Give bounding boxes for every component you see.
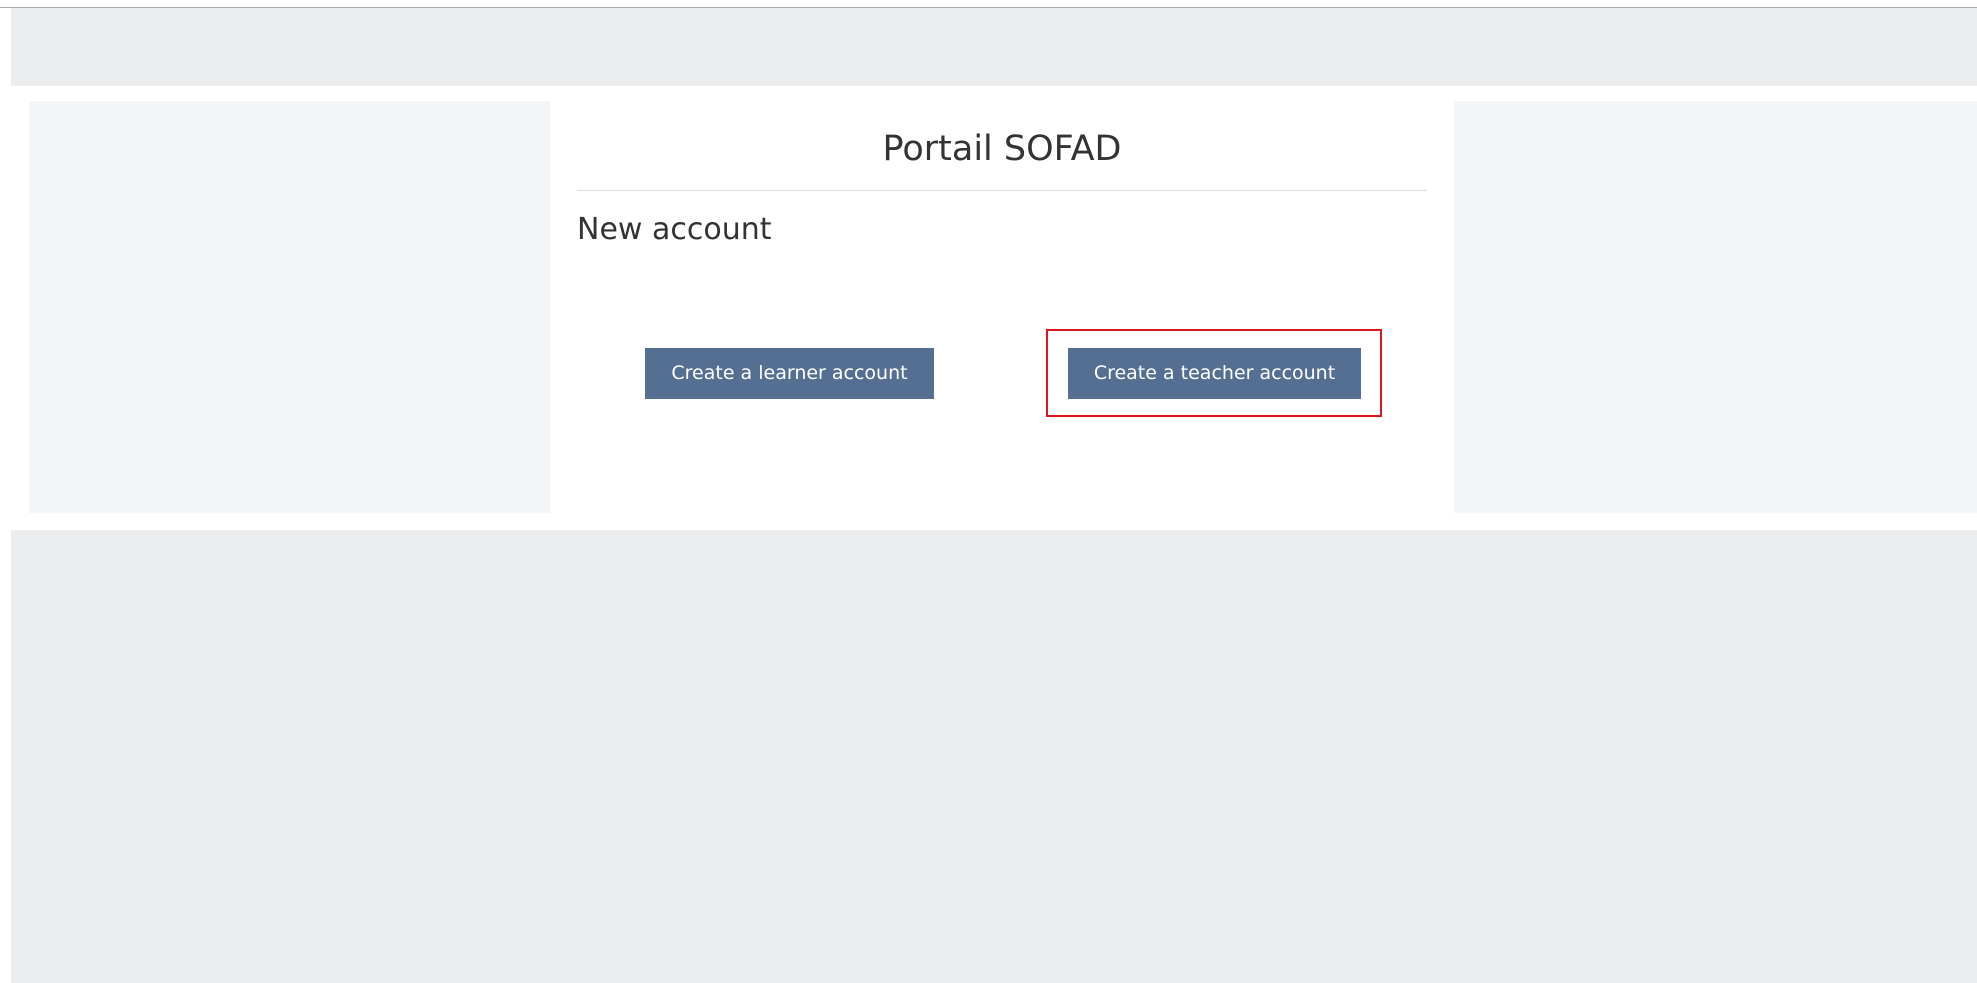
create-learner-account-button[interactable]: Create a learner account [645, 348, 934, 399]
site-title: Portail SOFAD [882, 129, 1122, 169]
main-card: Portail SOFAD New account Create a learn… [550, 101, 1454, 513]
right-sidebar-panel [1454, 101, 1977, 513]
app-page: Portail SOFAD New account Create a learn… [11, 8, 1977, 983]
left-sidebar-panel [29, 101, 550, 513]
browser-viewport: Portail SOFAD New account Create a learn… [0, 0, 1977, 983]
page-heading: New account [577, 212, 772, 247]
top-border [0, 0, 1977, 8]
content-band: Portail SOFAD New account Create a learn… [11, 86, 1977, 530]
header-band [11, 8, 1977, 86]
title-divider [577, 190, 1427, 191]
create-teacher-account-button[interactable]: Create a teacher account [1068, 348, 1361, 399]
